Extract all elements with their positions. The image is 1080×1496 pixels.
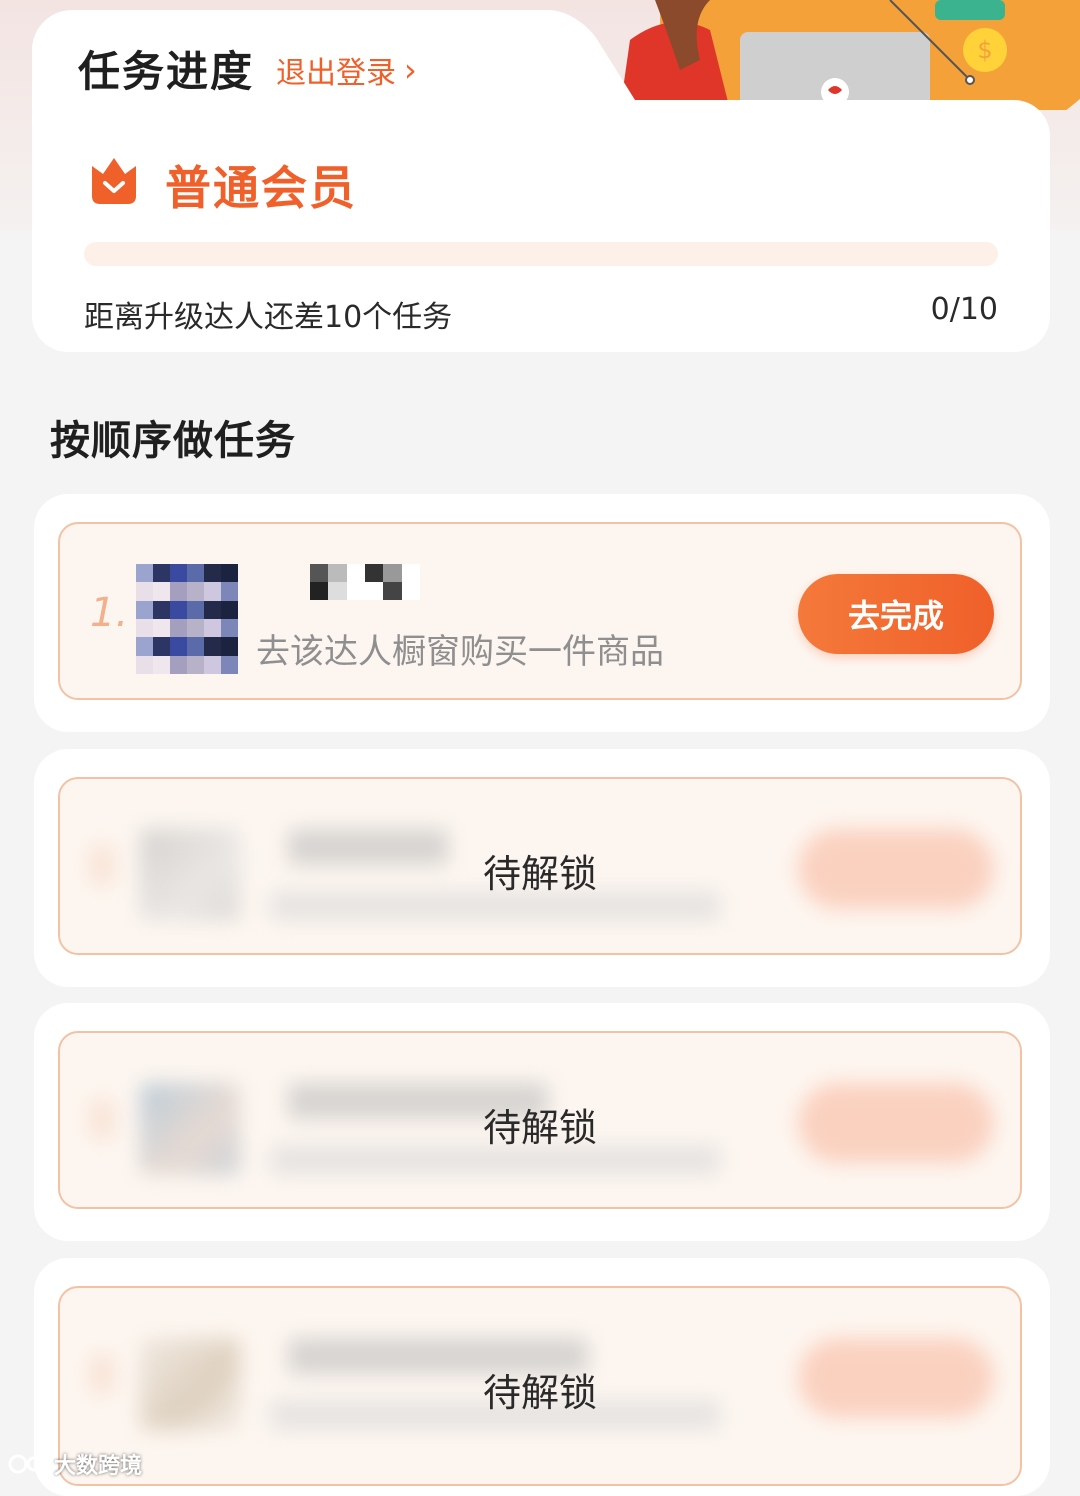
creator-name-redacted <box>310 564 420 600</box>
locked-label: 待解锁 <box>482 1106 597 1150</box>
locked-label: 待解锁 <box>482 852 597 896</box>
task-card-3: 待解锁 <box>34 1003 1050 1241</box>
member-level-name: 普通会员 <box>165 161 357 215</box>
svg-text:$: $ <box>977 36 992 64</box>
task-card-2: 待解锁 <box>34 749 1050 987</box>
task-card-inner: 待解锁 <box>58 1286 1022 1486</box>
task-card-inner: 1. 去该达人橱窗购买一件商品 去完成 <box>58 522 1022 700</box>
crown-shield-icon <box>92 158 136 204</box>
logout-label: 退出登录 <box>276 56 396 91</box>
upgrade-progress-bar <box>84 242 998 266</box>
watermark-logo-icon <box>8 1454 42 1474</box>
progress-count: 0/10 <box>930 292 998 327</box>
go-complete-button[interactable]: 去完成 <box>798 574 994 654</box>
header-illustration: $ <box>620 0 1080 110</box>
task-description: 去该达人橱窗购买一件商品 <box>256 632 664 672</box>
watermark-text: 大数跨境 <box>54 1454 143 1479</box>
creator-avatar <box>136 564 238 674</box>
task-card-4: 待解锁 <box>34 1258 1050 1496</box>
chevron-right-icon: › <box>404 51 417 89</box>
logout-link[interactable]: 退出登录 › <box>276 48 417 92</box>
task-card-1: 1. 去该达人橱窗购买一件商品 去完成 <box>34 494 1050 732</box>
task-number: 1. <box>90 590 129 636</box>
task-card-inner: 待解锁 <box>58 777 1022 955</box>
watermark: 大数跨境 <box>8 1448 142 1480</box>
task-card-inner: 待解锁 <box>58 1031 1022 1209</box>
locked-label: 待解锁 <box>482 1371 597 1415</box>
section-title: 按顺序做任务 <box>50 418 296 464</box>
page-title: 任务进度 <box>78 47 255 96</box>
upgrade-remaining-text: 距离升级达人还差10个任务 <box>84 300 453 335</box>
